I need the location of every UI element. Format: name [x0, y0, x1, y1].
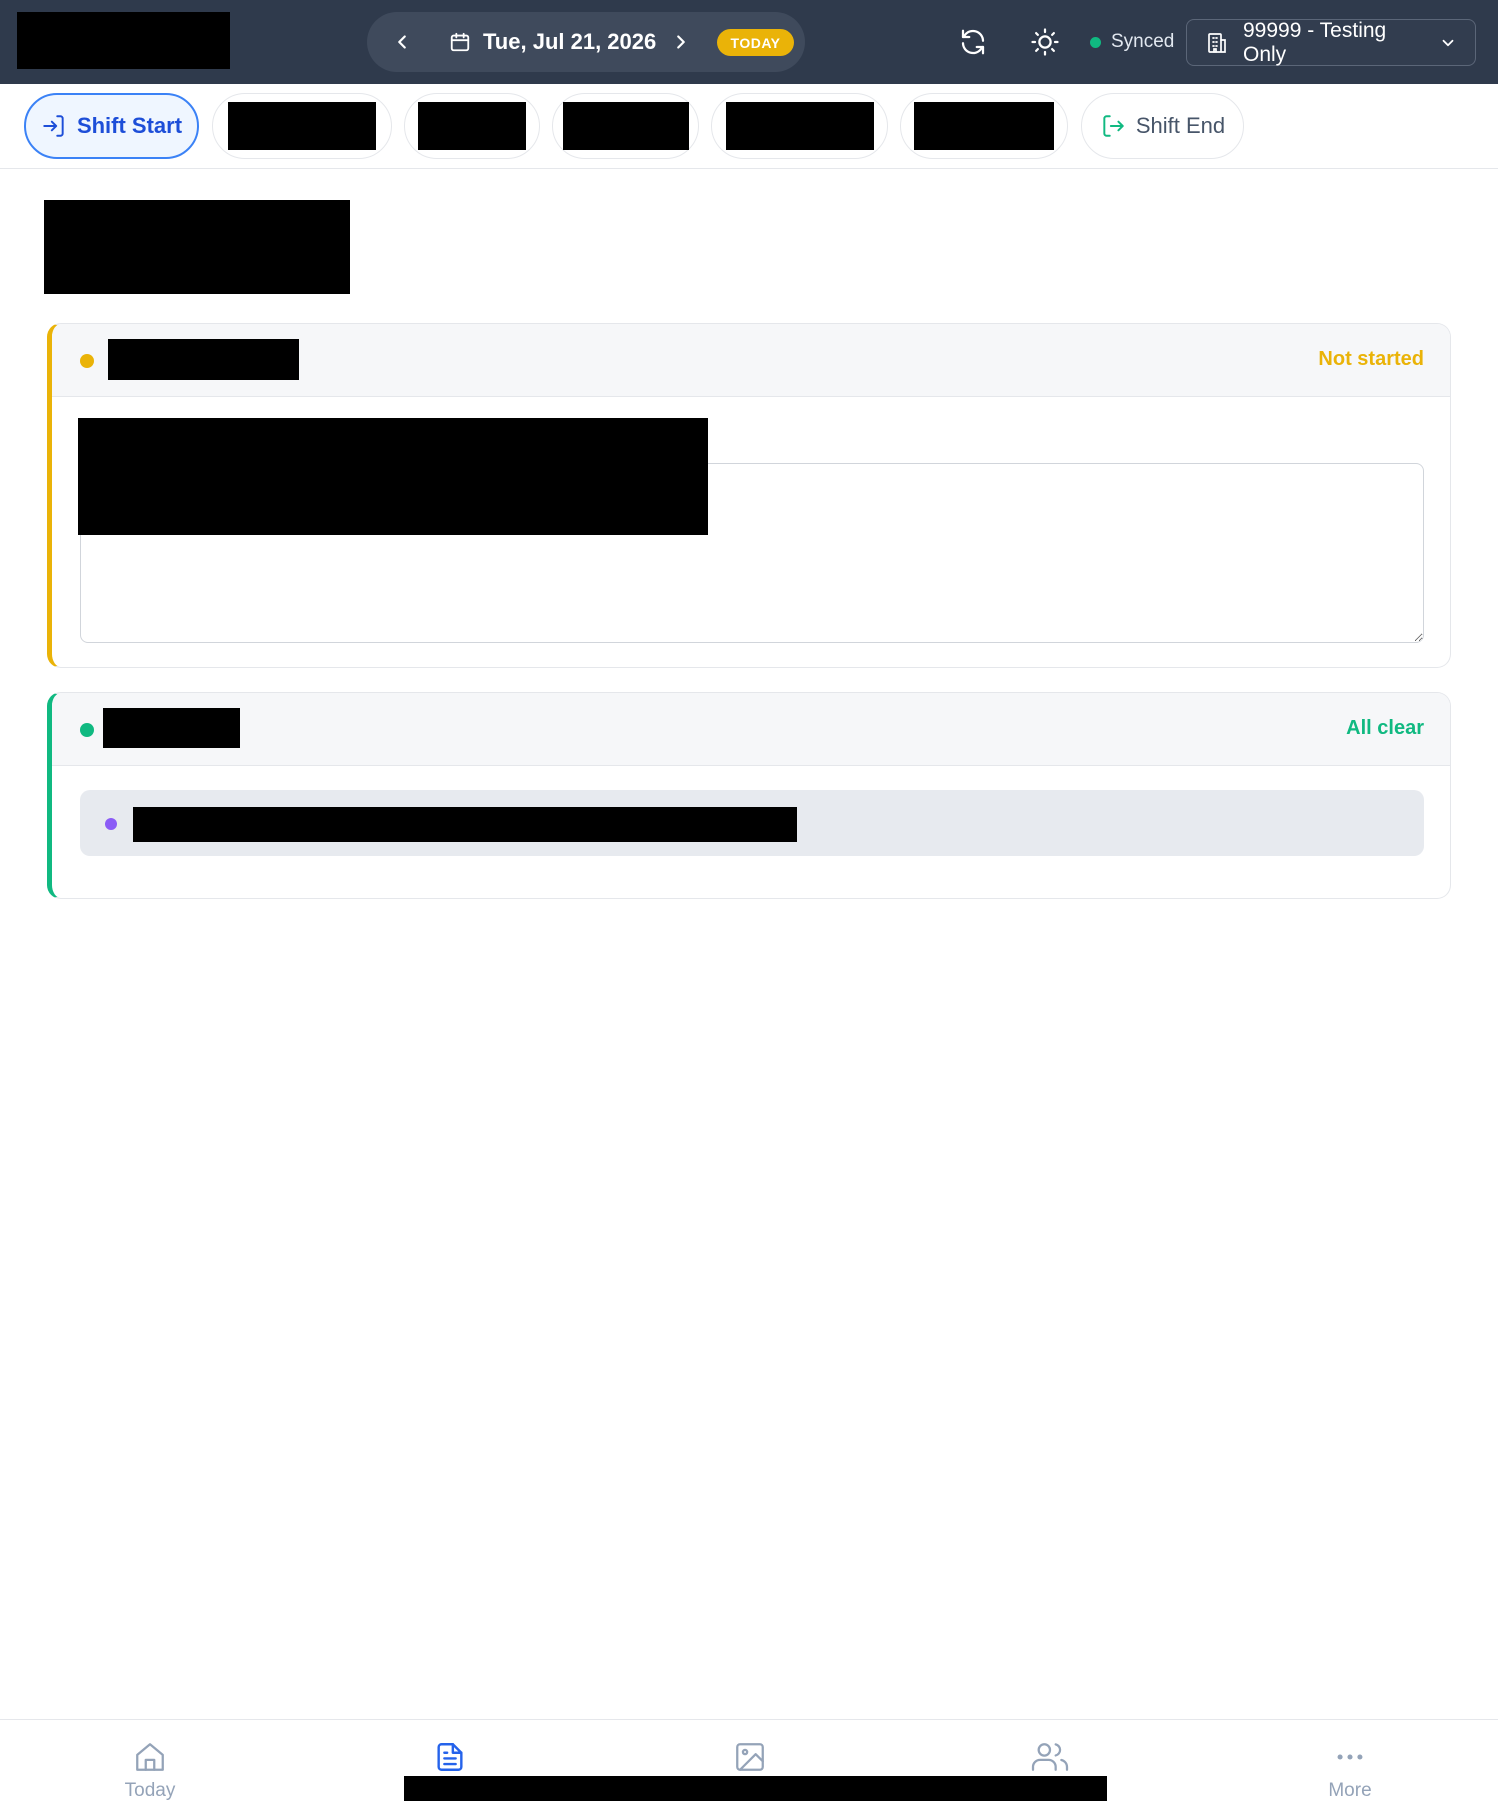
- status-badge: Not started: [1318, 348, 1424, 370]
- image-icon: [736, 1743, 764, 1771]
- sync-status-label: Synced: [1111, 31, 1175, 52]
- field-label-redacted: [78, 418, 708, 535]
- list-item[interactable]: [80, 790, 1424, 856]
- calendar-icon: [450, 32, 470, 52]
- section-tabs: Shift Start Shift End: [0, 84, 1498, 169]
- document-icon: [437, 1743, 463, 1771]
- tab-redacted-4[interactable]: [711, 93, 888, 159]
- card-header[interactable]: All clear: [52, 693, 1450, 766]
- nav-more-label: More: [1328, 1780, 1372, 1801]
- nav-more[interactable]: More: [1290, 1740, 1410, 1810]
- tab-redacted-3[interactable]: [552, 93, 699, 159]
- checklist-card-all-clear: All clear: [47, 692, 1451, 899]
- next-day-button[interactable]: [665, 26, 697, 58]
- item-bullet: [105, 818, 117, 830]
- tab-shift-start-label: Shift Start: [76, 113, 183, 138]
- tab-shift-end[interactable]: Shift End: [1081, 93, 1244, 159]
- bottom-navigation: Today More: [0, 1719, 1498, 1816]
- today-button[interactable]: TODAY: [717, 29, 794, 56]
- building-icon: [1208, 32, 1226, 53]
- tab-redacted-2[interactable]: [404, 93, 540, 159]
- status-dot: [80, 723, 94, 737]
- sync-status-dot: [1090, 36, 1101, 48]
- previous-day-button[interactable]: [386, 26, 418, 58]
- refresh-button[interactable]: [953, 22, 993, 62]
- theme-toggle-button[interactable]: [1025, 22, 1065, 62]
- location-select[interactable]: 99999 - Testing Only: [1186, 19, 1476, 66]
- nav-today[interactable]: Today: [90, 1740, 210, 1810]
- location-label: 99999 - Testing Only: [1243, 18, 1387, 66]
- date-picker-button[interactable]: Tue, Jul 21, 2026: [449, 26, 656, 58]
- checklist-card-not-started: Not started: [47, 323, 1451, 668]
- tab-redacted-5[interactable]: [900, 93, 1068, 159]
- logout-icon: [1103, 115, 1124, 137]
- redacted-tab-label: [914, 102, 1054, 150]
- status-dot: [80, 354, 94, 368]
- card-title-redacted: [108, 339, 299, 380]
- login-icon: [43, 115, 64, 137]
- page-title-redacted: [44, 200, 350, 294]
- card-title-redacted: [103, 708, 240, 748]
- nav-labels-redacted: [404, 1776, 1107, 1801]
- tab-shift-end-label: Shift End: [1135, 113, 1226, 138]
- top-bar: Tue, Jul 21, 2026 TODAY Synced 99999 - T…: [0, 0, 1498, 84]
- redacted-tab-label: [725, 102, 874, 150]
- sun-icon: [1031, 28, 1059, 56]
- users-icon: [1031, 1743, 1069, 1771]
- refresh-icon: [961, 29, 985, 55]
- current-date-label: Tue, Jul 21, 2026: [483, 29, 657, 54]
- tab-redacted-1[interactable]: [212, 93, 392, 159]
- home-icon: [136, 1743, 164, 1771]
- tab-shift-start[interactable]: Shift Start: [24, 93, 199, 159]
- redacted-tab-label: [418, 102, 526, 150]
- chevron-left-icon: [398, 35, 406, 49]
- app-logo-redacted: [17, 12, 230, 69]
- date-navigator: Tue, Jul 21, 2026 TODAY: [367, 12, 805, 72]
- chevron-down-icon: [1442, 39, 1454, 46]
- card-header[interactable]: Not started: [52, 324, 1450, 397]
- chevron-right-icon: [677, 35, 685, 49]
- nav-today-label: Today: [124, 1780, 176, 1801]
- redacted-tab-label: [562, 102, 689, 150]
- sync-status: Synced: [1090, 28, 1174, 56]
- status-badge: All clear: [1346, 717, 1424, 739]
- more-icon: [1337, 1754, 1363, 1760]
- item-text-redacted: [133, 807, 797, 842]
- redacted-tab-label: [228, 102, 376, 150]
